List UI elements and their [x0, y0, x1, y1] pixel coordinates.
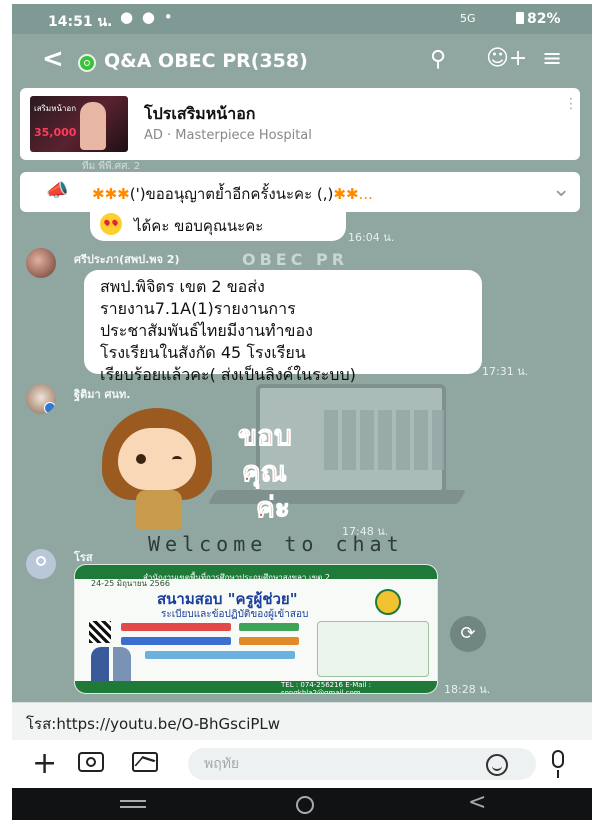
share-icon[interactable]: ⟳	[450, 616, 486, 652]
avatar[interactable]	[26, 248, 56, 278]
battery-indicator: 82%	[516, 11, 561, 27]
announcement-text: ✱✱✱(')ขออนุญาตย้ำอีกครั้งนะคะ (,)✱✱...	[92, 185, 373, 203]
poster-subtitle: ระเบียบและข้อปฏิบัติของผู้เข้าสอบ	[161, 609, 309, 620]
sticker-message[interactable]: ขอบ คุณ ค่ะ	[84, 388, 354, 538]
school-logo-icon	[375, 589, 401, 615]
message-line: รายงาน7.1A(1)รายงานการ	[100, 299, 296, 318]
nav-back-icon[interactable]: <	[468, 790, 486, 815]
message-input[interactable]	[188, 748, 536, 780]
background-watermark: OBEC PR	[242, 250, 349, 269]
menu-icon[interactable]: ≡	[542, 44, 562, 72]
message-time: 16:04 น.	[348, 231, 395, 244]
reply-preview-text: โรส:https://youtu.be/O-BhGsciPLw	[26, 715, 281, 733]
plus-icon[interactable]: +	[32, 746, 57, 781]
verified-badge-icon	[44, 402, 56, 414]
battery-icon	[516, 12, 524, 24]
poster-footer: TEL : 074-256216 E-Mail : songkhla2@gmai…	[281, 681, 371, 694]
background-welcome-text: Welcome to chat	[148, 532, 404, 556]
megaphone-icon: 📣	[46, 180, 69, 201]
chat-title[interactable]: Q&A OBEC PR(358)	[104, 50, 308, 72]
message-line: สพป.พิจิตร เขต 2 ขอส่ง	[100, 277, 265, 296]
message-time: 18:28 น.	[444, 683, 491, 696]
ad-thumbnail: เสริมหน้าอก 35,000	[30, 96, 128, 152]
ad-thumb-figure	[80, 102, 106, 150]
home-icon[interactable]	[296, 796, 314, 814]
microphone-icon[interactable]	[552, 750, 564, 778]
message-line: เรียบร้อยแล้วคะ( ส่งเป็นลิงค์ในระบบ)	[100, 365, 356, 384]
reply-preview-bar[interactable]: โรส:https://youtu.be/O-BhGsciPLw	[12, 702, 592, 741]
emoji-icon[interactable]	[486, 754, 508, 776]
ad-thumb-tag: เสริมหน้าอก	[34, 104, 77, 113]
network-indicator: 5G	[460, 12, 476, 25]
message-line: ประชาสัมพันธ์ไทยมีงานทำของ	[100, 321, 313, 340]
more-vertical-icon[interactable]: ⋮	[564, 96, 578, 112]
chat-header: < Q&A OBEC PR(358) ⚲ ☺+ ≡	[12, 34, 592, 90]
status-bar: 14:51 น. ● ● • 5G 82%	[12, 4, 592, 34]
message-text: ได้คะ ขอบคุณนะคะ	[134, 217, 264, 235]
ad-banner[interactable]: เสริมหน้าอก 35,000 โปรเสริมหน้าอก AD · M…	[20, 88, 580, 160]
avatar[interactable]	[26, 384, 56, 414]
message-time: 17:31 น.	[482, 365, 529, 378]
ad-subtitle: AD · Masterpiece Hospital	[144, 128, 312, 143]
image-icon[interactable]	[132, 752, 158, 772]
message-input-bar: +	[12, 740, 592, 788]
announcement-bar[interactable]: 📣 ✱✱✱(')ขออนุญาตย้ำอีกครั้งนะคะ (,)✱✱...…	[20, 172, 580, 212]
phone-screen: 14:51 น. ● ● • 5G 82% < Q&A OBEC PR(358)…	[12, 4, 592, 820]
camera-icon[interactable]	[78, 752, 104, 772]
battery-level: 82%	[527, 11, 561, 27]
recents-icon[interactable]	[120, 800, 146, 808]
add-friend-icon[interactable]: ☺+	[486, 46, 527, 71]
avatar[interactable]	[26, 549, 56, 579]
sender-name: ศรีประภา(สพป.พจ 2)	[74, 253, 180, 266]
search-icon[interactable]: ⚲	[430, 47, 446, 72]
android-nav-bar: <	[12, 788, 592, 820]
group-icon	[78, 54, 96, 72]
qr-code-icon	[89, 621, 111, 643]
poster-header: สำนักงานเขตพื้นที่การศึกษาประถมศึกษาสงขล…	[143, 573, 330, 582]
chevron-down-icon[interactable]: ⌄	[552, 177, 570, 202]
ad-title: โปรเสริมหน้าอก	[144, 104, 256, 123]
sticker-word: ค่ะ	[256, 491, 291, 525]
poster-info-box	[317, 621, 429, 677]
notification-icons: ● ● •	[120, 8, 175, 26]
poster-people-figure	[91, 647, 131, 683]
message-line: โรงเรียนในสังกัด 45 โรงเรียน	[100, 343, 306, 362]
back-icon[interactable]: <	[42, 44, 64, 74]
message-bubble[interactable]: สพป.พิจิตร เขต 2 ขอส่ง รายงาน7.1A(1)รายง…	[84, 270, 482, 384]
message-bubble[interactable]: ได้คะ ขอบคุณนะคะ	[90, 209, 346, 241]
ad-thumb-price: 35,000	[34, 126, 77, 139]
heart-eyes-emoji-icon	[100, 213, 122, 235]
image-message[interactable]: สำนักงานเขตพื้นที่การศึกษาประถมศึกษาสงขล…	[74, 564, 438, 694]
status-time: 14:51 น.	[48, 14, 113, 30]
